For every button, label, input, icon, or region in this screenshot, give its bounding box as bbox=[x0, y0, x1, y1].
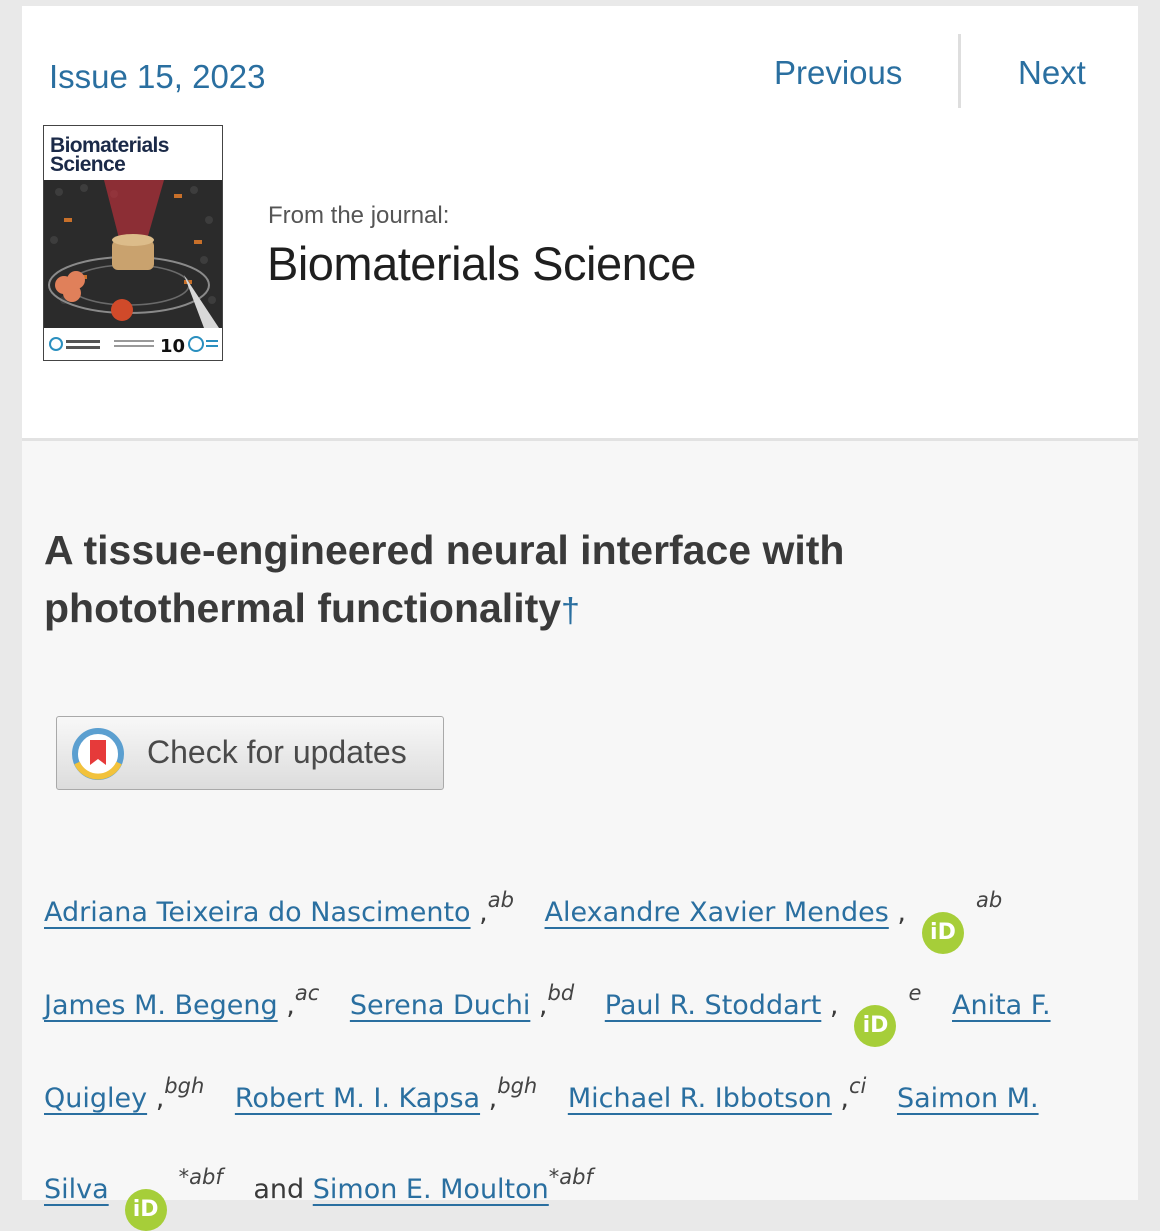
author-affiliation: abf bbox=[179, 1165, 223, 1189]
author-link[interactable]: Adriana Teixeira do Nascimento bbox=[44, 897, 471, 928]
svg-text:10: 10 bbox=[160, 336, 185, 357]
cover-title: Biomaterials Science bbox=[50, 135, 169, 176]
cover-title-line2: Science bbox=[50, 153, 126, 176]
author-link[interactable]: Michael R. Ibbotson bbox=[568, 1083, 832, 1114]
journal-header: Issue 15, 2023 Previous Next Biomaterial… bbox=[22, 6, 1138, 438]
author-separator: , bbox=[470, 897, 488, 928]
article-title: A tissue-engineered neural interface wit… bbox=[44, 521, 944, 640]
author-affiliation: bd bbox=[547, 981, 575, 1005]
check-for-updates-button[interactable]: Check for updates bbox=[56, 716, 444, 790]
author-affiliation: ci bbox=[849, 1074, 867, 1098]
article-section: A tissue-engineered neural interface wit… bbox=[22, 441, 1138, 1231]
journal-name[interactable]: Biomaterials Science bbox=[267, 236, 696, 291]
article-title-text: A tissue-engineered neural interface wit… bbox=[44, 527, 845, 631]
author-separator: , bbox=[888, 897, 906, 928]
previous-link[interactable]: Previous bbox=[774, 54, 902, 92]
author-link[interactable]: Simon E. Moulton bbox=[313, 1174, 549, 1205]
author-conjunction: and bbox=[253, 1174, 305, 1205]
author-affiliation: ab bbox=[487, 888, 514, 912]
author-affiliation: e bbox=[908, 981, 922, 1005]
journal-cover-image[interactable]: Biomaterials Science 10 bbox=[43, 125, 223, 361]
author-separator: , bbox=[147, 1083, 165, 1114]
author-link[interactable]: James M. Begeng bbox=[44, 990, 278, 1021]
publisher-logos: 10 bbox=[44, 328, 222, 360]
author-link[interactable]: Robert M. I. Kapsa bbox=[235, 1083, 480, 1114]
supplementary-dagger-link[interactable]: † bbox=[561, 592, 580, 630]
author-separator: , bbox=[480, 1083, 498, 1114]
author-list: Adriana Teixeira do Nascimento ,ab Alexa… bbox=[44, 861, 1104, 1231]
author-separator: , bbox=[277, 990, 295, 1021]
from-journal-label: From the journal: bbox=[268, 202, 450, 229]
author-link[interactable]: Alexandre Xavier Mendes bbox=[545, 897, 889, 928]
author-affiliation: abf bbox=[549, 1165, 593, 1189]
nav-divider bbox=[958, 34, 961, 108]
crossmark-icon bbox=[72, 728, 124, 780]
orcid-icon[interactable]: iD bbox=[124, 1189, 167, 1231]
author-affiliation: ac bbox=[294, 981, 320, 1005]
issue-link[interactable]: Issue 15, 2023 bbox=[49, 58, 266, 96]
author-link[interactable]: Paul R. Stoddart bbox=[605, 990, 822, 1021]
orcid-icon[interactable]: iD bbox=[921, 912, 964, 954]
article-card: Issue 15, 2023 Previous Next Biomaterial… bbox=[22, 6, 1138, 1231]
next-link[interactable]: Next bbox=[1018, 54, 1086, 92]
author-separator: , bbox=[530, 990, 548, 1021]
cover-artwork bbox=[44, 180, 222, 328]
check-for-updates-label: Check for updates bbox=[147, 734, 407, 770]
author-affiliation: bgh bbox=[497, 1074, 538, 1098]
author-separator: , bbox=[821, 990, 839, 1021]
author-affiliation: bgh bbox=[164, 1074, 205, 1098]
author-link[interactable]: Serena Duchi bbox=[350, 990, 530, 1021]
orcid-icon[interactable]: iD bbox=[854, 1005, 897, 1047]
author-affiliation: ab bbox=[975, 888, 1003, 912]
author-separator: , bbox=[831, 1083, 849, 1114]
